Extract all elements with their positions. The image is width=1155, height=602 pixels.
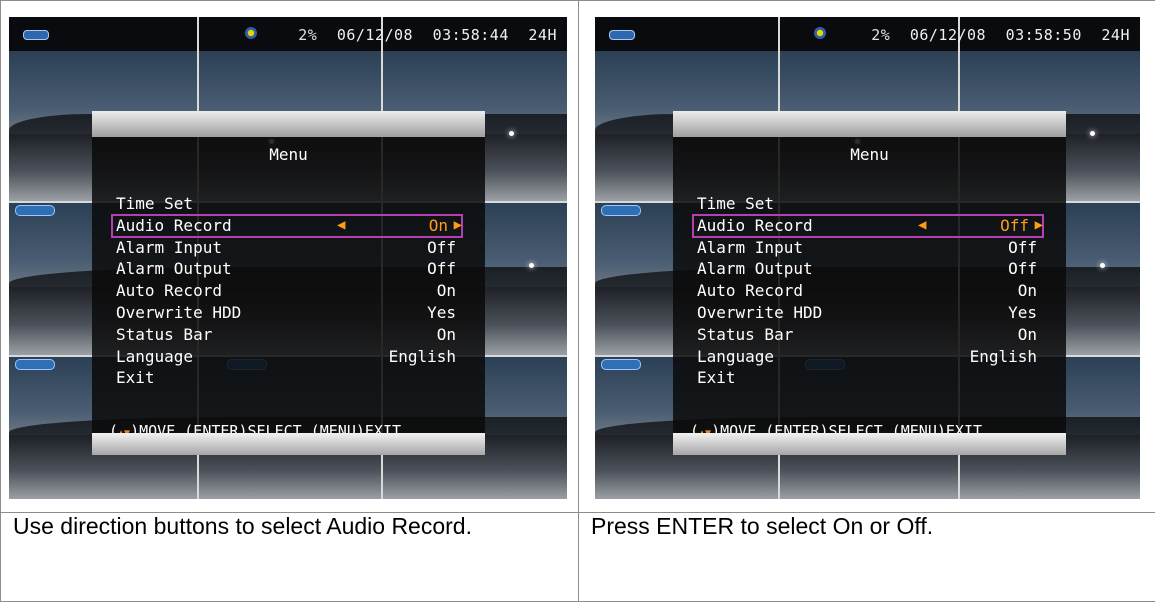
status-time: 03:58:44 (433, 26, 509, 44)
menu-top-bar (92, 111, 485, 137)
menu-item-value: On (1018, 280, 1037, 302)
menu-item-value: On (429, 215, 448, 237)
status-date: 06/12/08 (910, 26, 986, 44)
record-indicator-icon (609, 30, 635, 40)
menu-item-label: Alarm Output (697, 258, 813, 280)
status-bar: 2% 06/12/08 03:58:50 24H (595, 17, 1140, 51)
caption-cell-2: Press ENTER to select On or Off. (579, 513, 1155, 602)
menu-item-label: Audio Record (116, 215, 232, 237)
menu-item-value: Off (1000, 215, 1029, 237)
menu-item-auto-record[interactable]: Auto Record On (112, 280, 462, 302)
menu-item-label: Time Set (116, 193, 193, 215)
menu-item-label: Overwrite HDD (116, 302, 241, 324)
menu-item-audio-record[interactable]: Audio Record ◀ On ▶ (112, 215, 462, 237)
menu-item-label: Auto Record (697, 280, 803, 302)
instruction-table: 2% 06/12/08 03:58:44 24H Menu Time Set A… (0, 0, 1155, 602)
menu-item-label: Alarm Output (116, 258, 232, 280)
status-date: 06/12/08 (337, 26, 413, 44)
menu-item-value: English (389, 346, 456, 368)
menu-item-exit[interactable]: Exit (112, 367, 462, 389)
time-format: 24H (528, 26, 557, 44)
menu-item-value: On (437, 280, 456, 302)
dvr-screen-2: 2% 06/12/08 03:58:50 24H Menu Time Set A… (595, 17, 1140, 499)
menu-item-label: Audio Record (697, 215, 813, 237)
menu-top-bar (673, 111, 1066, 137)
menu-item-label: Exit (697, 367, 736, 389)
right-arrow-icon[interactable]: ▶ (454, 215, 462, 237)
menu-item-value: Yes (1008, 302, 1037, 324)
menu-item-alarm-input[interactable]: Alarm Input Off (112, 237, 462, 259)
left-arrow-icon[interactable]: ◀ (337, 215, 345, 237)
screenshot-cell-2: 2% 06/12/08 03:58:50 24H Menu Time Set A… (579, 1, 1155, 513)
menu-item-label: Alarm Input (116, 237, 222, 259)
menu-item-label: Exit (116, 367, 155, 389)
menu-item-language[interactable]: Language English (693, 346, 1043, 368)
menu-item-value: Off (1008, 237, 1037, 259)
menu-title: Menu (92, 145, 485, 164)
status-bar: 2% 06/12/08 03:58:44 24H (9, 17, 567, 51)
menu-item-value: On (437, 324, 456, 346)
hdd-percent: 2% (871, 26, 890, 44)
right-arrow-icon[interactable]: ▶ (1035, 215, 1043, 237)
menu-item-label: Status Bar (116, 324, 212, 346)
menu-items: Time Set Audio Record ◀ Off ▶ Alarm Inpu… (693, 193, 1043, 389)
caption-text: Press ENTER to select On or Off. (579, 513, 1155, 540)
record-indicator-icon (23, 30, 49, 40)
menu-item-label: Overwrite HDD (697, 302, 822, 324)
caption-text: Use direction buttons to select Audio Re… (1, 513, 578, 540)
menu-item-value: Off (427, 258, 456, 280)
status-readout: 2% 06/12/08 03:58:44 24H (288, 26, 557, 44)
menu-item-value: Yes (427, 302, 456, 324)
menu-item-label: Language (116, 346, 193, 368)
menu-items: Time Set Audio Record ◀ On ▶ Alarm Input… (112, 193, 462, 389)
hdd-status-icon (240, 27, 266, 39)
time-format: 24H (1101, 26, 1130, 44)
menu-item-auto-record[interactable]: Auto Record On (693, 280, 1043, 302)
status-time: 03:58:50 (1006, 26, 1082, 44)
menu-item-audio-record[interactable]: Audio Record ◀ Off ▶ (693, 215, 1043, 237)
menu-item-overwrite-hdd[interactable]: Overwrite HDD Yes (693, 302, 1043, 324)
menu-item-value: Off (1008, 258, 1037, 280)
hdd-status-icon (809, 27, 835, 39)
menu-item-alarm-output[interactable]: Alarm Output Off (112, 258, 462, 280)
menu-item-language[interactable]: Language English (112, 346, 462, 368)
menu-item-label: Language (697, 346, 774, 368)
menu-bottom-bar (92, 433, 485, 455)
menu-item-label: Time Set (697, 193, 774, 215)
menu-item-label: Status Bar (697, 324, 793, 346)
menu-item-overwrite-hdd[interactable]: Overwrite HDD Yes (112, 302, 462, 324)
settings-menu: Menu Time Set Audio Record ◀ Off ▶ Alarm… (673, 111, 1066, 455)
menu-item-status-bar[interactable]: Status Bar On (693, 324, 1043, 346)
caption-cell-1: Use direction buttons to select Audio Re… (1, 513, 579, 602)
settings-menu: Menu Time Set Audio Record ◀ On ▶ Alarm … (92, 111, 485, 455)
screenshot-cell-1: 2% 06/12/08 03:58:44 24H Menu Time Set A… (1, 1, 579, 513)
status-readout: 2% 06/12/08 03:58:50 24H (861, 26, 1130, 44)
menu-title: Menu (673, 145, 1066, 164)
caption-row: Use direction buttons to select Audio Re… (1, 513, 1155, 602)
hdd-percent: 2% (298, 26, 317, 44)
menu-item-alarm-input[interactable]: Alarm Input Off (693, 237, 1043, 259)
menu-item-alarm-output[interactable]: Alarm Output Off (693, 258, 1043, 280)
menu-item-value: On (1018, 324, 1037, 346)
menu-item-label: Auto Record (116, 280, 222, 302)
menu-item-time-set[interactable]: Time Set (112, 193, 462, 215)
dvr-screen-1: 2% 06/12/08 03:58:44 24H Menu Time Set A… (9, 17, 567, 499)
menu-item-label: Alarm Input (697, 237, 803, 259)
menu-bottom-bar (673, 433, 1066, 455)
left-arrow-icon[interactable]: ◀ (918, 215, 926, 237)
menu-item-exit[interactable]: Exit (693, 367, 1043, 389)
screenshot-row: 2% 06/12/08 03:58:44 24H Menu Time Set A… (1, 1, 1155, 513)
menu-item-value: Off (427, 237, 456, 259)
menu-item-value: English (970, 346, 1037, 368)
menu-item-status-bar[interactable]: Status Bar On (112, 324, 462, 346)
menu-item-time-set[interactable]: Time Set (693, 193, 1043, 215)
